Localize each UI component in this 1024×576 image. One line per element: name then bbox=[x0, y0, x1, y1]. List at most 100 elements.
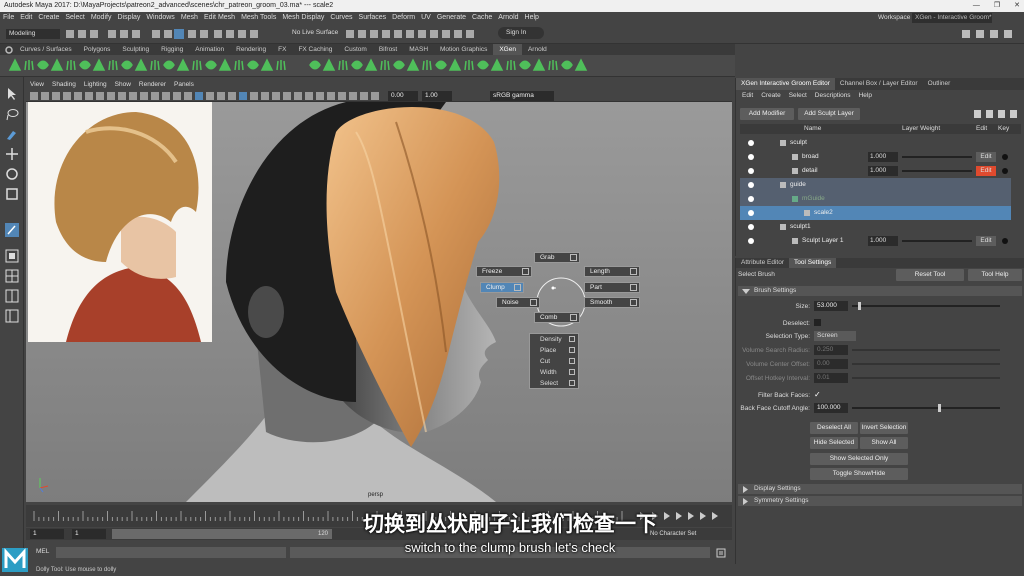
xgen-shelf-tool-icon[interactable] bbox=[350, 58, 364, 72]
xgen-shelf-tool-icon[interactable] bbox=[504, 58, 518, 72]
visibility-toggle-icon[interactable] bbox=[748, 154, 754, 160]
visibility-toggle-icon[interactable] bbox=[748, 196, 754, 202]
marking-item-comb[interactable]: Comb bbox=[534, 312, 580, 323]
colorspace-dropdown[interactable]: sRGB gamma bbox=[490, 91, 554, 101]
xgen-shelf-tool-icon[interactable] bbox=[274, 58, 288, 72]
marking-list-item-select[interactable]: Select bbox=[530, 378, 578, 389]
start-frame-field[interactable]: 1 bbox=[30, 529, 64, 539]
xgen-shelf-tool-icon[interactable] bbox=[106, 58, 120, 72]
key-icon[interactable] bbox=[1002, 168, 1008, 174]
xgen-shelf-tool-icon[interactable] bbox=[50, 58, 64, 72]
xgen-shelf-tool-icon[interactable] bbox=[434, 58, 448, 72]
back-face-slider[interactable] bbox=[852, 407, 1000, 409]
brush-settings-header[interactable]: Brush Settings bbox=[738, 286, 1022, 296]
visibility-toggle-icon[interactable] bbox=[748, 182, 754, 188]
side-by-side-layout-icon[interactable] bbox=[5, 289, 19, 303]
menu-select[interactable]: Select bbox=[65, 14, 84, 21]
move-tool-icon[interactable] bbox=[5, 147, 19, 161]
close-icon[interactable]: ✕ bbox=[1014, 0, 1020, 12]
visibility-toggle-icon[interactable] bbox=[748, 168, 754, 174]
selection-type-dropdown[interactable]: Screen bbox=[814, 331, 856, 341]
option-box-icon[interactable] bbox=[569, 380, 575, 386]
shelf-gear-icon[interactable] bbox=[4, 45, 16, 55]
xgen-shelf-tool-icon[interactable] bbox=[574, 58, 588, 72]
visibility-toggle-icon[interactable] bbox=[748, 210, 754, 216]
xgen-shelf-tool-icon[interactable] bbox=[218, 58, 232, 72]
panel-tab-2[interactable]: Outliner bbox=[923, 78, 956, 90]
viewport-menu-show[interactable]: Show bbox=[115, 81, 131, 88]
panel-toggle-icons[interactable] bbox=[960, 28, 1020, 40]
exposure-field[interactable]: 0.00 bbox=[388, 91, 418, 101]
shelf-tab-polygons[interactable]: Polygons bbox=[78, 44, 117, 55]
viewport-3d[interactable]: persp Grab Freeze Length Clump Part Noise Smoo… bbox=[26, 102, 732, 502]
option-box-icon[interactable] bbox=[570, 314, 577, 321]
edit-button[interactable]: Edit bbox=[976, 166, 996, 176]
viewport-menu-renderer[interactable]: Renderer bbox=[139, 81, 166, 88]
marking-list-item-density[interactable]: Density bbox=[530, 334, 578, 345]
display-settings-header[interactable]: Display Settings bbox=[738, 484, 1022, 494]
symmetry-settings-header[interactable]: Symmetry Settings bbox=[738, 496, 1022, 506]
key-icon[interactable] bbox=[1002, 238, 1008, 244]
marking-list-item-width[interactable]: Width bbox=[530, 367, 578, 378]
shelf-tab-xgen[interactable]: XGen bbox=[493, 44, 522, 55]
menu-arnold[interactable]: Arnold bbox=[498, 14, 518, 21]
back-face-slider-handle[interactable] bbox=[938, 404, 941, 412]
shelf-tab-bifrost[interactable]: Bifrost bbox=[373, 44, 403, 55]
xgen-row[interactable]: scale2 bbox=[740, 206, 1011, 220]
option-box-icon[interactable] bbox=[570, 254, 577, 261]
option-box-icon[interactable] bbox=[630, 268, 637, 275]
toggle-show-hide-button[interactable]: Toggle Show/Hide bbox=[810, 468, 908, 480]
xgen-menu-help[interactable]: Help bbox=[859, 92, 872, 99]
xgen-options-icons[interactable] bbox=[972, 109, 1022, 119]
maximize-icon[interactable]: ❐ bbox=[994, 0, 1000, 12]
xgen-shelf-tool-icon[interactable] bbox=[532, 58, 546, 72]
menu-edit[interactable]: Edit bbox=[20, 14, 32, 21]
xgen-row[interactable]: Sculpt Layer 1 1.000 Edit bbox=[740, 234, 1011, 248]
xgen-shelf-tool-icon[interactable] bbox=[336, 58, 350, 72]
status-tools-icons[interactable] bbox=[66, 28, 266, 40]
mel-input[interactable] bbox=[56, 547, 286, 558]
menu-help[interactable]: Help bbox=[525, 14, 539, 21]
xgen-row[interactable]: mGuide bbox=[740, 192, 1011, 206]
edit-button[interactable]: Edit bbox=[976, 152, 996, 162]
size-slider[interactable] bbox=[852, 305, 1000, 307]
single-view-layout-icon[interactable] bbox=[5, 249, 19, 263]
xgen-shelf-tool-icon[interactable] bbox=[322, 58, 336, 72]
xgen-shelf-tool-icon[interactable] bbox=[204, 58, 218, 72]
lasso-tool-icon[interactable] bbox=[5, 107, 19, 121]
xgen-shelf-tool-icon[interactable] bbox=[560, 58, 574, 72]
render-icons[interactable] bbox=[346, 28, 486, 40]
shelf-tab-rendering[interactable]: Rendering bbox=[230, 44, 272, 55]
menu-mesh[interactable]: Mesh bbox=[181, 14, 198, 21]
show-all-button[interactable]: Show All bbox=[860, 437, 908, 449]
viewport-menu-view[interactable]: View bbox=[30, 81, 44, 88]
workspace-selector[interactable]: XGen - Interactive Groom* bbox=[912, 13, 992, 23]
filter-back-checkbox[interactable]: ✓ bbox=[814, 390, 821, 399]
select-tool-icon[interactable] bbox=[5, 87, 19, 101]
marking-item-noise[interactable]: Noise bbox=[496, 297, 540, 308]
xgen-shelf-tool-icon[interactable] bbox=[120, 58, 134, 72]
shelf-tab-custom[interactable]: Custom bbox=[338, 44, 372, 55]
edit-button[interactable]: Edit bbox=[976, 236, 996, 246]
add-modifier-button[interactable]: Add Modifier bbox=[740, 108, 794, 120]
menu-create[interactable]: Create bbox=[38, 14, 59, 21]
xgen-shelf-tool-icon[interactable] bbox=[36, 58, 50, 72]
shelf-tab-mash[interactable]: MASH bbox=[403, 44, 434, 55]
xgen-shelf-tool-icon[interactable] bbox=[8, 58, 22, 72]
xgen-menu-edit[interactable]: Edit bbox=[742, 92, 753, 99]
menu-curves[interactable]: Curves bbox=[330, 14, 352, 21]
range-start-field[interactable]: 1 bbox=[72, 529, 106, 539]
option-box-icon[interactable] bbox=[630, 299, 637, 306]
menu-generate[interactable]: Generate bbox=[437, 14, 466, 21]
xgen-shelf-tool-icon[interactable] bbox=[78, 58, 92, 72]
layer-weight-field[interactable]: 1.000 bbox=[868, 166, 898, 176]
xgen-shelf-tool-icon[interactable] bbox=[148, 58, 162, 72]
option-box-icon[interactable] bbox=[569, 336, 575, 342]
marking-item-freeze[interactable]: Freeze bbox=[476, 266, 532, 277]
xgen-shelf-tool-icon[interactable] bbox=[232, 58, 246, 72]
xgen-row[interactable]: sculpt bbox=[740, 136, 1011, 150]
xgen-row[interactable]: detail 1.000 Edit bbox=[740, 164, 1011, 178]
layer-weight-field[interactable]: 1.000 bbox=[868, 236, 898, 246]
xgen-shelf-tool-icon[interactable] bbox=[476, 58, 490, 72]
xgen-shelf-tool-icon[interactable] bbox=[176, 58, 190, 72]
